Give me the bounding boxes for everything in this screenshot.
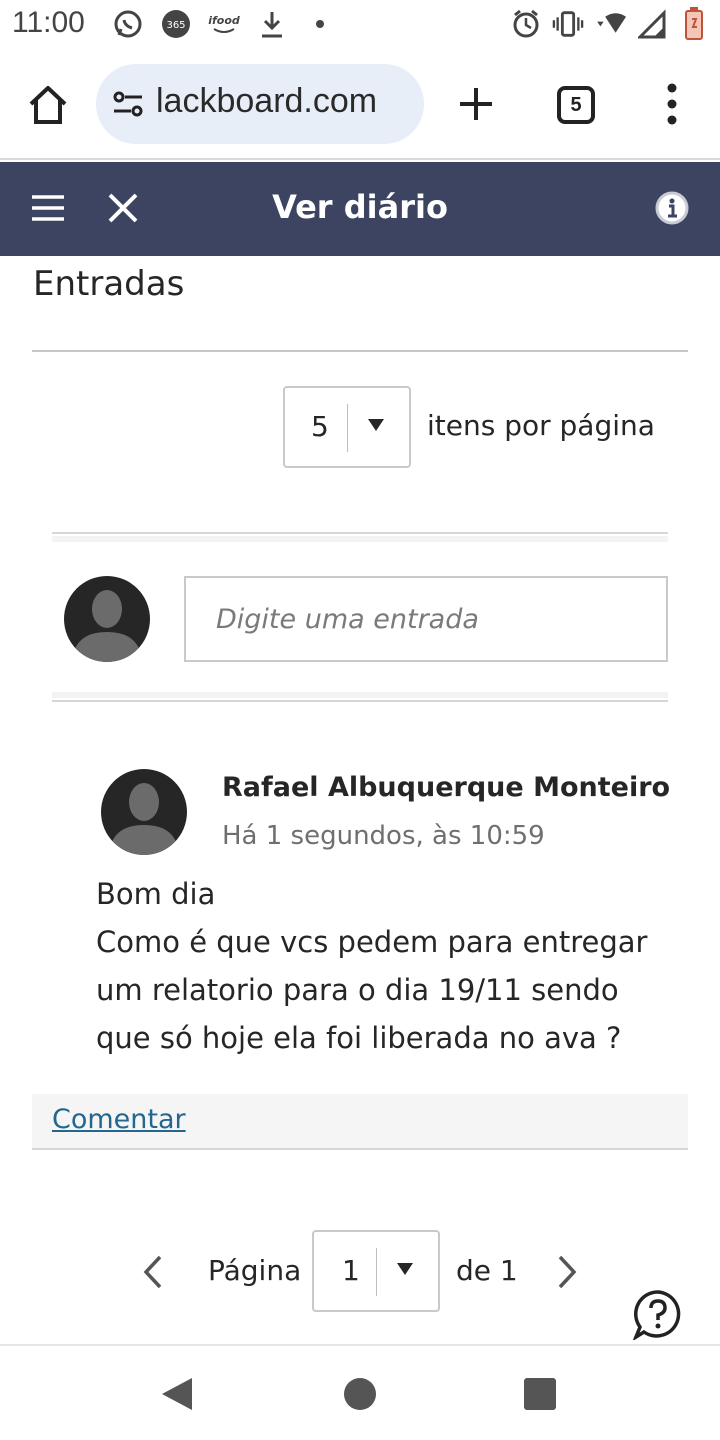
address-bar[interactable]: lackboard.com	[96, 64, 424, 144]
post-line: que só hoje ela foi liberada no ava ?	[96, 1021, 622, 1055]
post-line: Como é que vcs pedem para entregar	[96, 925, 648, 959]
whatsapp-icon	[112, 8, 144, 40]
caret-down-icon	[397, 1263, 413, 1275]
dot-icon	[304, 8, 336, 40]
home-button[interactable]	[26, 83, 70, 127]
site-settings-icon[interactable]	[112, 90, 144, 118]
status-notification-icons: 365 ifood	[112, 8, 336, 40]
system-nav-bar	[0, 1344, 720, 1440]
chevron-right-icon	[558, 1255, 577, 1289]
items-per-page-value: 5	[311, 410, 329, 443]
post-author-avatar	[101, 769, 187, 855]
items-per-page-select[interactable]: 5	[283, 386, 411, 468]
avatar	[64, 576, 150, 662]
help-icon	[632, 1290, 681, 1342]
divider	[32, 350, 688, 352]
wifi-icon	[594, 8, 626, 40]
help-button[interactable]	[632, 1288, 684, 1342]
previous-page-button[interactable]	[140, 1254, 166, 1290]
info-button[interactable]	[654, 190, 690, 226]
post-author-name[interactable]: Rafael Albuquerque Monteiro	[222, 772, 670, 803]
post-timestamp: Há 1 segundos, às 10:59	[222, 821, 545, 851]
new-tab-button[interactable]	[456, 84, 496, 124]
items-per-page-label: itens por página	[427, 409, 655, 442]
status-time: 11:00	[12, 6, 85, 39]
nav-back-button[interactable]	[160, 1376, 194, 1412]
new-entry-input[interactable]	[184, 576, 668, 662]
365-icon: 365	[160, 8, 192, 40]
nav-recents-button[interactable]	[524, 1378, 556, 1410]
app-header: Ver diário	[0, 162, 720, 256]
select-separator	[376, 1248, 377, 1296]
vibrate-icon	[552, 8, 584, 40]
caret-down-icon	[368, 419, 384, 431]
page-total-label: de 1	[456, 1254, 518, 1287]
url-text[interactable]: lackboard.com	[156, 82, 377, 121]
tab-switcher-button[interactable]: 5	[557, 86, 595, 124]
info-icon	[655, 191, 689, 225]
svg-text:ifood: ifood	[208, 14, 240, 27]
nav-home-button[interactable]	[344, 1378, 376, 1410]
section-title: Entradas	[33, 264, 185, 304]
page-select-value: 1	[342, 1254, 360, 1287]
comment-bar: Comentar	[32, 1094, 688, 1150]
browser-toolbar: lackboard.com 5	[0, 50, 720, 160]
user-silhouette-icon	[72, 590, 142, 662]
back-triangle-icon	[162, 1378, 192, 1410]
home-icon	[29, 86, 67, 124]
select-separator	[347, 404, 348, 452]
status-system-icons	[510, 7, 710, 40]
plus-icon	[460, 88, 492, 120]
page-select[interactable]: 1	[312, 1230, 440, 1312]
post-line: um relatorio para o dia 19/11 sendo	[96, 973, 619, 1007]
signal-icon	[636, 8, 668, 40]
more-vert-icon	[667, 83, 677, 125]
download-icon	[256, 8, 288, 40]
next-page-button[interactable]	[554, 1254, 580, 1290]
page-title: Ver diário	[272, 188, 448, 226]
new-entry-panel	[52, 532, 668, 702]
post-line: Bom dia	[96, 877, 216, 911]
user-silhouette-icon	[109, 783, 179, 855]
status-bar: 11:00 365 ifood	[0, 0, 720, 50]
ifood-icon: ifood	[208, 8, 240, 40]
comment-link[interactable]: Comentar	[52, 1104, 186, 1135]
battery-icon	[678, 7, 710, 40]
page-label: Página	[208, 1254, 302, 1287]
alarm-icon	[510, 8, 542, 40]
browser-menu-button[interactable]	[662, 82, 682, 126]
svg-text:365: 365	[166, 20, 185, 31]
post-body: Bom dia Como é que vcs pedem para entreg…	[96, 870, 696, 1062]
chevron-left-icon	[143, 1255, 162, 1289]
